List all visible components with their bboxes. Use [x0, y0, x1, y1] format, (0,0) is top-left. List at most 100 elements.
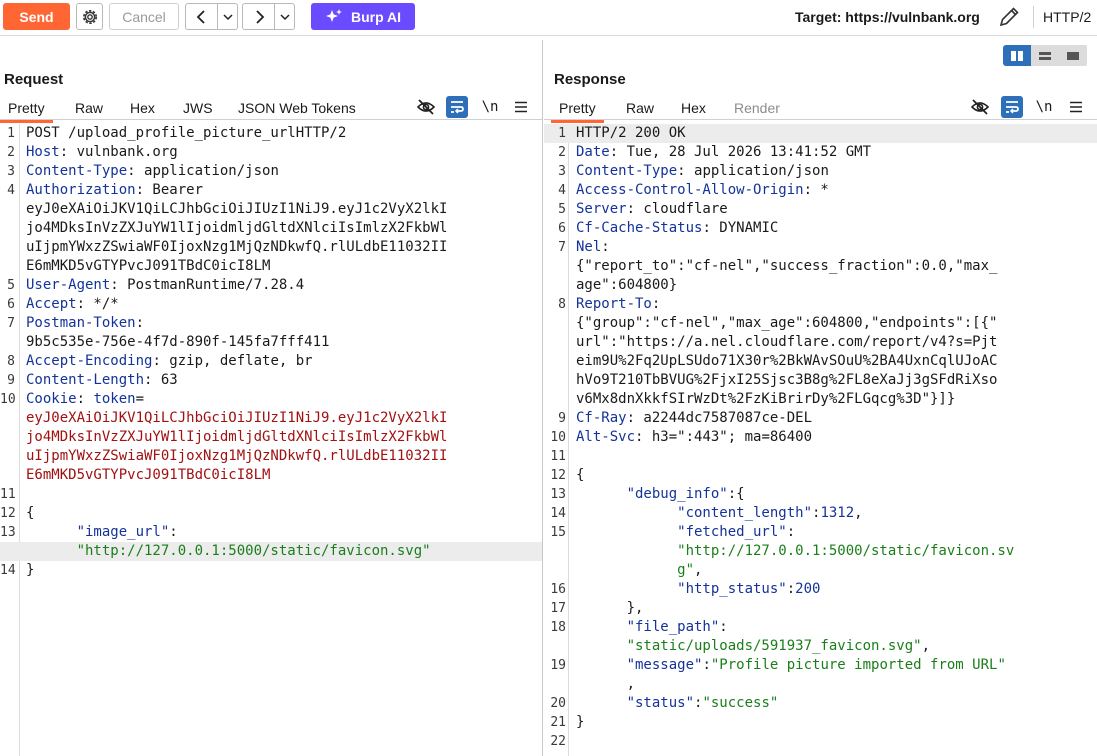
code-line: 10 Alt-Svc: h3=":443"; ma=86400	[544, 428, 1097, 447]
tab-raw[interactable]: Raw	[75, 100, 103, 116]
code-token: : cloudflare	[626, 201, 728, 217]
line-number: 13	[550, 487, 566, 502]
back-button[interactable]	[186, 4, 218, 29]
code-token: : 63	[144, 372, 178, 388]
code-text: },	[576, 599, 644, 618]
request-panel: Request Pretty Raw Hex JWS JSON Web Toke…	[0, 40, 543, 756]
line-number: 1	[7, 126, 15, 141]
code-text: Authorization: Bearer	[26, 181, 203, 200]
menu-button[interactable]	[1065, 96, 1087, 118]
hamburger-icon	[515, 101, 527, 113]
code-token: :{	[727, 486, 745, 502]
protocol-selector[interactable]: HTTP/2	[1043, 9, 1091, 25]
code-text: }	[26, 561, 34, 580]
code-text: "fetched_url":	[576, 523, 795, 542]
code-line: 8 Report-To:	[544, 295, 1097, 314]
code-text: "status":"success"	[576, 694, 779, 713]
response-title: Response	[554, 71, 626, 88]
code-token: "Profile picture imported from URL"	[710, 657, 1006, 673]
history-back-group	[185, 3, 238, 30]
code-token: "status"	[576, 695, 695, 711]
code-text: url":"https://a.nel.cloudflare.com/repor…	[576, 333, 997, 352]
code-line: "http://127.0.0.1:5000/static/favicon.sv	[544, 542, 1097, 561]
code-text: age":604800}	[576, 276, 677, 295]
forward-button[interactable]	[243, 4, 275, 29]
code-line: 22	[544, 732, 1097, 751]
settings-button[interactable]	[76, 3, 103, 30]
code-line: 20 "status":"success"	[544, 694, 1097, 713]
hide-nonprintable-button[interactable]	[969, 96, 991, 118]
wrap-icon	[451, 101, 464, 114]
wrap-lines-button[interactable]	[446, 96, 468, 118]
code-token: : PostmanRuntime/7.28.4	[110, 277, 305, 293]
code-text: Content-Type: application/json	[26, 162, 279, 181]
code-token: Cookie	[26, 391, 77, 407]
menu-button[interactable]	[510, 96, 532, 118]
tab-render[interactable]: Render	[734, 100, 780, 116]
tab-hex[interactable]: Hex	[681, 100, 706, 116]
code-line: 12 {	[544, 466, 1097, 485]
cancel-button[interactable]: Cancel	[109, 3, 179, 30]
code-text: "http://127.0.0.1:5000/static/favicon.sv…	[26, 542, 431, 561]
code-text: Postman-Token:	[26, 314, 144, 333]
gear-icon	[82, 9, 97, 24]
tab-jws[interactable]: JWS	[183, 100, 213, 116]
line-number: 11	[550, 449, 566, 464]
back-history-dropdown[interactable]	[218, 4, 237, 29]
code-token: User-Agent	[26, 277, 111, 293]
code-line: 14 "content_length":1312,	[544, 504, 1097, 523]
code-line: 4 Authorization: Bearer	[0, 181, 542, 200]
show-newlines-icon[interactable]: \n	[1033, 96, 1055, 118]
line-number: 11	[0, 487, 16, 502]
code-token: : DYNAMIC	[702, 220, 779, 236]
line-number: 2	[558, 145, 566, 160]
code-token: ,	[921, 638, 931, 654]
tab-pretty[interactable]: Pretty	[0, 100, 53, 123]
code-token: Alt-Svc	[576, 429, 636, 445]
code-text: Report-To:	[576, 295, 660, 314]
code-line: 21}	[544, 713, 1097, 732]
code-token: "fetched_url"	[576, 524, 787, 540]
code-line: E6mMKD5vGTYPvcJ091TBdC0icI8LM	[0, 466, 542, 485]
tab-raw[interactable]: Raw	[626, 100, 654, 116]
code-token: uIjpmYWxzZSwiaWF0IjoxNzg1MjQzNDkwfQ.rlUL…	[26, 239, 448, 255]
code-token: E6mMKD5vGTYPvcJ091TBdC0icI8LM	[26, 258, 271, 274]
code-line: 5 User-Agent: PostmanRuntime/7.28.4	[0, 276, 542, 295]
wrap-lines-button[interactable]	[1001, 96, 1023, 118]
request-tabs: Pretty Raw Hex JWS JSON Web Tokens \n	[0, 96, 542, 123]
code-text: hVo9T210TbBVUG%2FjxI25Sjsc3B8g%2FL8eXaJj…	[576, 371, 997, 390]
code-line: 14}	[0, 561, 542, 580]
code-token: : Bearer	[135, 182, 204, 198]
line-number: 12	[0, 506, 16, 521]
code-token: eim9U%2Fq2UpLSUdo71X30r%2BkWAvSOuU%2BA4U…	[576, 353, 998, 369]
send-button[interactable]: Send	[3, 3, 70, 30]
code-token: "image_url"	[26, 524, 170, 540]
tab-hex[interactable]: Hex	[130, 100, 155, 116]
code-token: "http://127.0.0.1:5000/static/favicon.sv…	[26, 543, 431, 559]
code-line: 9 Content-Length: 63	[0, 371, 542, 390]
line-number: 12	[550, 468, 566, 483]
forward-history-dropdown[interactable]	[275, 4, 294, 29]
code-line: age":604800}	[544, 276, 1097, 295]
tab-pretty[interactable]: Pretty	[551, 100, 604, 123]
tab-json-web-tokens[interactable]: JSON Web Tokens	[238, 100, 356, 116]
response-editor[interactable]: 1 HTTP/2 200 OK 2 Date: Tue, 28 Jul 2026 13…	[544, 124, 1097, 756]
code-text: Accept: */*	[26, 295, 119, 314]
burp-ai-button[interactable]: Burp AI	[311, 3, 415, 30]
code-text: v6Mx8dnXkkfSIrWzDt%2FzKiBrirDy%2FLGqcg%3…	[576, 390, 955, 409]
edit-target-button[interactable]	[996, 4, 1022, 30]
code-token: : vulnbank.org	[59, 144, 178, 160]
line-number: 9	[7, 373, 15, 388]
chevron-left-icon	[196, 9, 205, 24]
hide-nonprintable-button[interactable]	[415, 96, 437, 118]
code-token: :	[76, 391, 94, 407]
request-editor[interactable]: 1 POST /upload_profile_picture_urlHTTP/2 2…	[0, 124, 542, 756]
code-line: 13 "image_url":	[0, 523, 542, 542]
code-line: 18 "file_path":	[544, 618, 1097, 637]
burp-ai-label: Burp AI	[350, 8, 402, 25]
line-number: 3	[7, 164, 15, 179]
code-line: eyJ0eXAiOiJKV1QiLCJhbGciOiJIUzI1NiJ9.eyJ…	[0, 409, 542, 428]
show-newlines-icon[interactable]: \n	[479, 96, 501, 118]
code-line: eyJ0eXAiOiJKV1QiLCJhbGciOiJIUzI1NiJ9.eyJ…	[0, 200, 542, 219]
code-token: age":604800}	[576, 277, 678, 293]
